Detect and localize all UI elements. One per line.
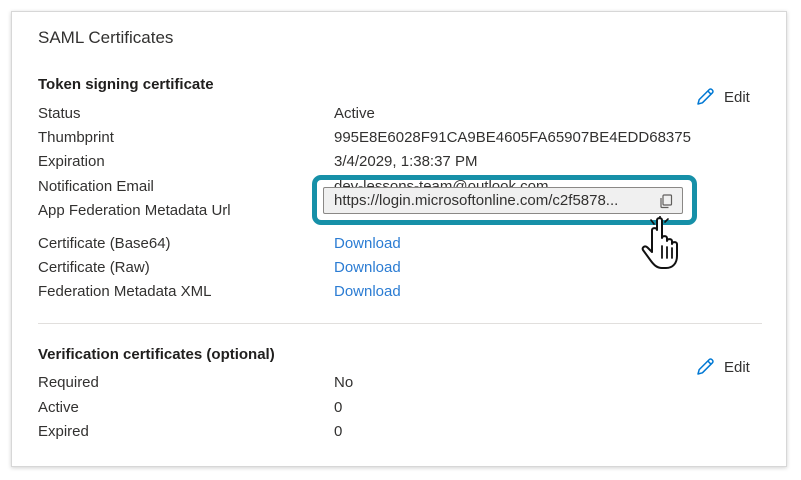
federation-xml-download-link[interactable]: Download — [334, 283, 401, 300]
status-value: Active — [334, 105, 375, 122]
active-value: 0 — [334, 399, 343, 416]
active-label: Active — [38, 399, 79, 416]
hand-pointer-icon — [641, 216, 678, 269]
pencil-icon — [697, 358, 714, 375]
token-signing-heading: Token signing certificate — [38, 76, 214, 93]
metadata-url-label: App Federation Metadata Url — [38, 202, 231, 219]
status-label: Status — [38, 105, 81, 122]
cert-raw-download-link[interactable]: Download — [334, 259, 401, 276]
verification-edit-button[interactable]: Edit — [694, 356, 750, 378]
cert-raw-label: Certificate (Raw) — [38, 259, 150, 276]
required-value: No — [334, 374, 354, 391]
expiration-value: 3/4/2029, 1:38:37 PM — [334, 153, 478, 170]
verification-heading: Verification certificates (optional) — [38, 346, 275, 363]
card-title: SAML Certificates — [38, 28, 174, 47]
verification-edit-label: Edit — [724, 358, 750, 376]
token-edit-label: Edit — [724, 88, 750, 106]
cert-base64-download-link[interactable]: Download — [334, 235, 401, 252]
expiration-label: Expiration — [38, 153, 105, 170]
federation-xml-label: Federation Metadata XML — [38, 283, 212, 300]
expired-label: Expired — [38, 423, 89, 440]
thumbprint-label: Thumbprint — [38, 129, 114, 146]
token-edit-button[interactable]: Edit — [694, 86, 750, 108]
expired-value: 0 — [334, 423, 343, 440]
pencil-icon — [697, 88, 714, 105]
notification-email-label: Notification Email — [38, 178, 154, 195]
thumbprint-value: 995E8E6028F91CA9BE4605FA65907BE4EDD68375 — [334, 129, 691, 146]
required-label: Required — [38, 374, 99, 391]
section-divider — [38, 323, 762, 324]
cert-base64-label: Certificate (Base64) — [38, 235, 171, 252]
